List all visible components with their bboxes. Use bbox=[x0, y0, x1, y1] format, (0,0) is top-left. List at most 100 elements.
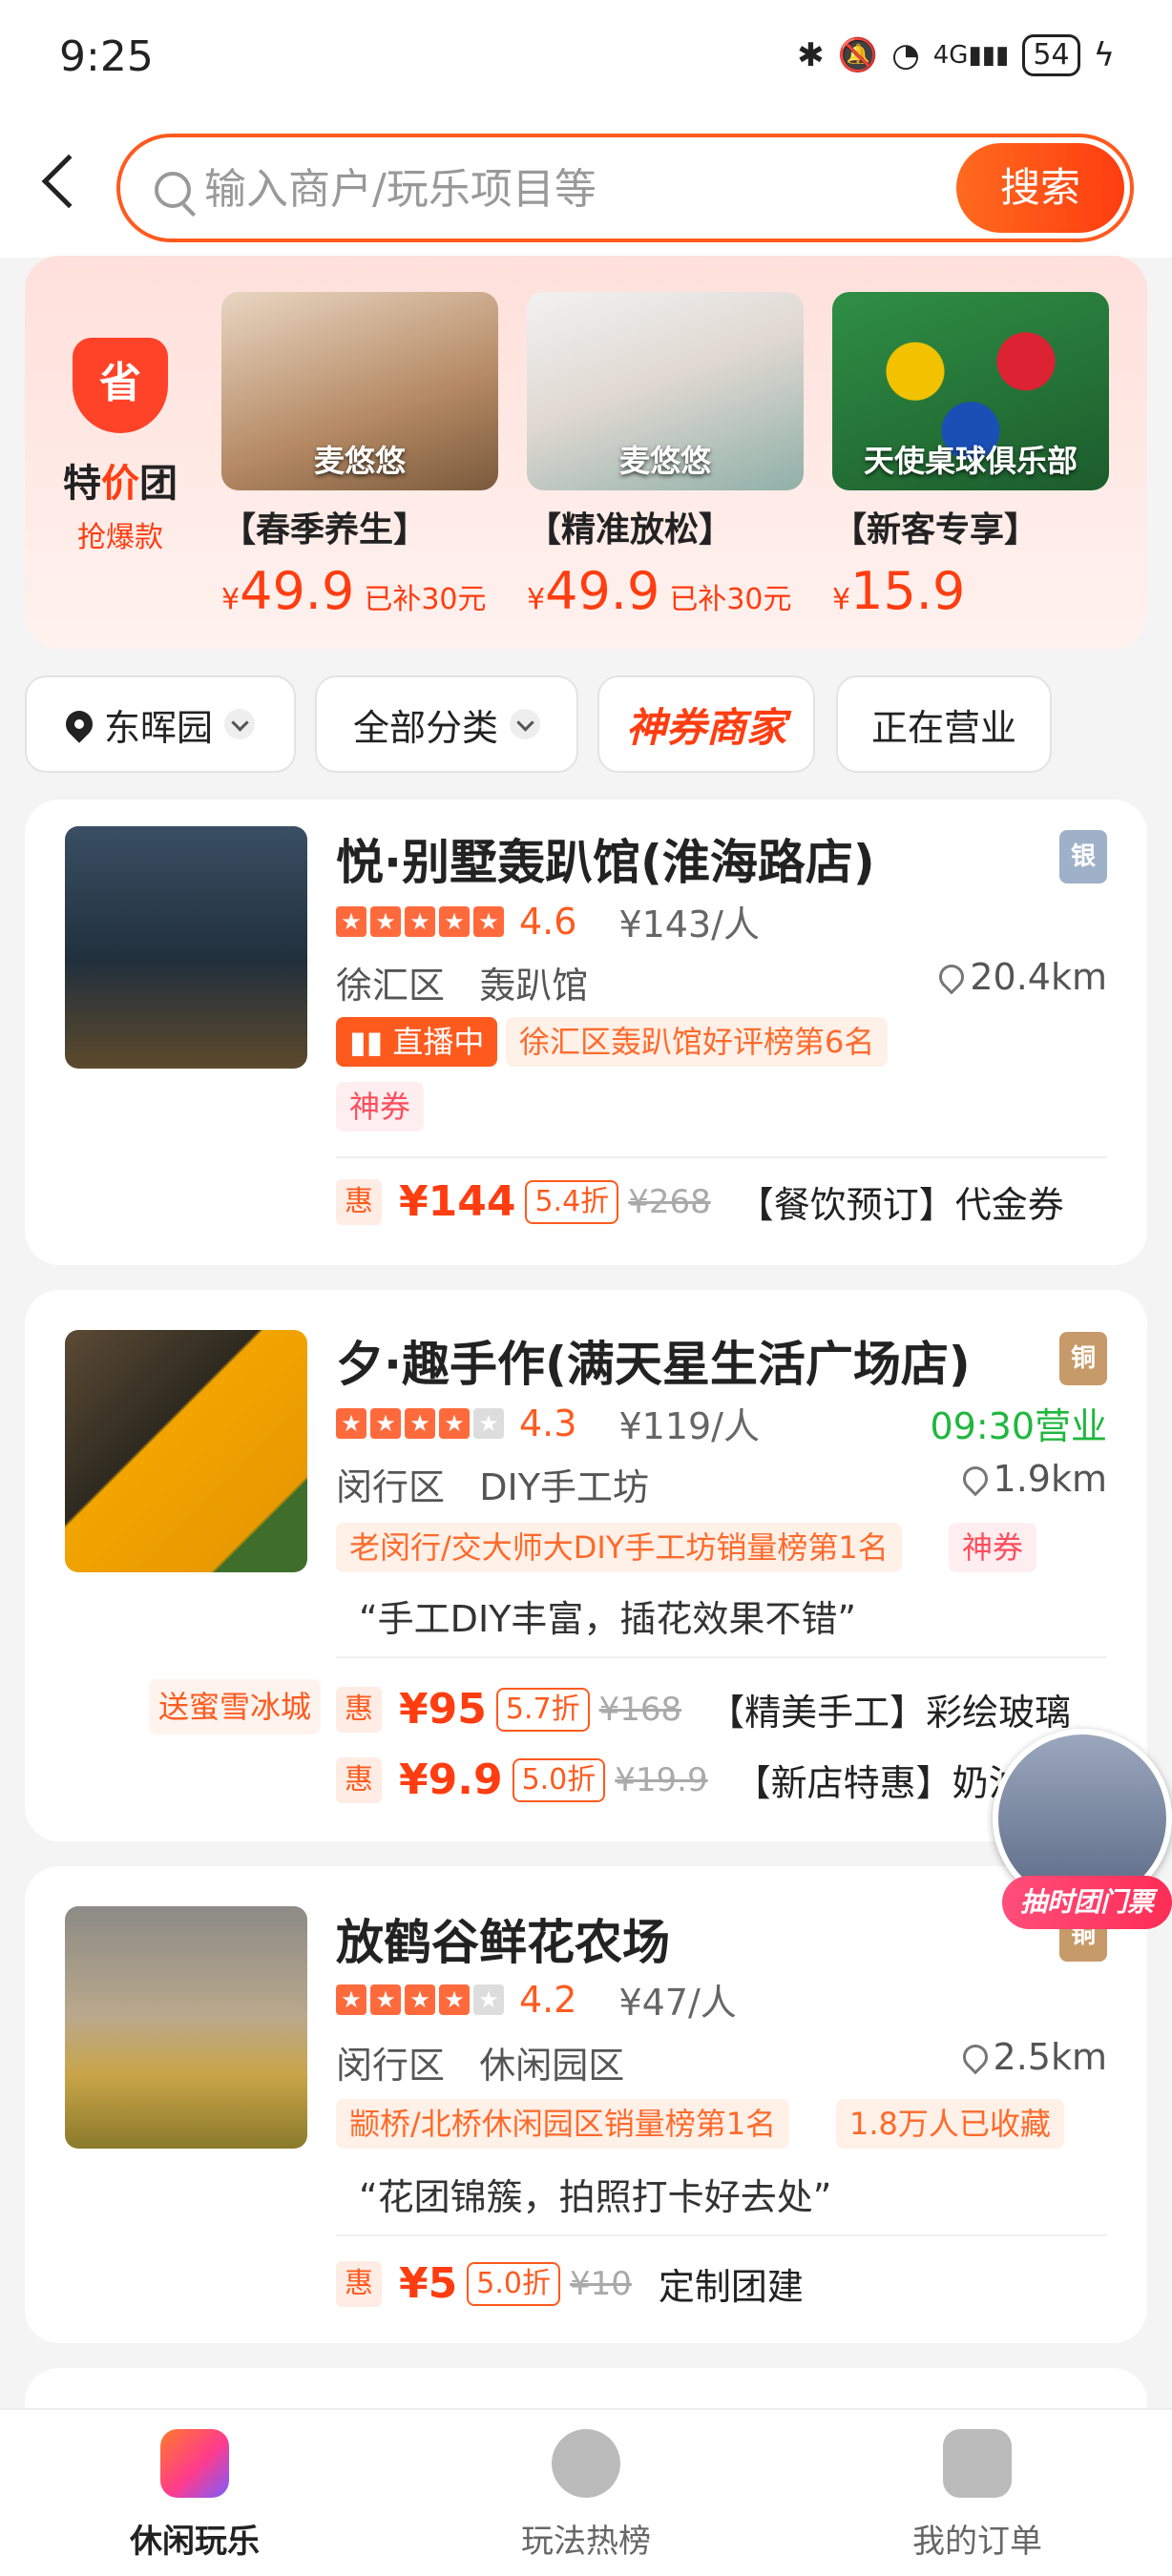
offer-row[interactable]: 惠 ¥5 5.0折 ¥10 定制团建 bbox=[336, 2257, 804, 2310]
ranking-tag[interactable]: 老闵行/交大师大DIY手工坊销量榜第1名 bbox=[336, 1523, 902, 1572]
silver-medal-icon: 银 bbox=[1059, 830, 1107, 883]
merchant-card[interactable]: 悦·别墅轰趴馆(淮海路店) 银 ★ ★ ★ ★ ★ 4.6 ¥143/人 徐汇区 轰趴馆… bbox=[25, 800, 1147, 1265]
ranking-tag[interactable]: 颛桥/北桥休闲园区销量榜第1名 bbox=[336, 2099, 790, 2149]
star-icon: ★ bbox=[473, 905, 504, 937]
coupon-merchant-filter[interactable]: 神券商家 bbox=[597, 675, 815, 773]
rating-stars: ★ ★ ★ ★ ★ bbox=[336, 905, 504, 937]
status-bar: 9:25 ✱ 🔕 ◔ 4G▮▮▮ 54 ϟ bbox=[0, 0, 1172, 114]
offer-row[interactable]: 惠 ¥95 5.7折 ¥168 【精美手工】彩绘玻璃 bbox=[336, 1683, 1071, 1735]
bottom-navigation: 休闲玩乐 玩法热榜 我的订单 bbox=[0, 2408, 1172, 2576]
offer-discount: 5.4折 bbox=[525, 1179, 619, 1224]
rating-score: 4.6 bbox=[519, 900, 577, 943]
offer-discount: 5.0折 bbox=[512, 1757, 606, 1802]
special-deal-banner: 省 特价团 抢爆款 麦悠悠 【春季养生】 ¥49.9 已补30元 麦悠悠 【精准放… bbox=[25, 256, 1147, 649]
star-icon: ★ bbox=[336, 1984, 366, 2015]
status-icons: ✱ 🔕 ◔ 4G▮▮▮ 54 ϟ bbox=[797, 34, 1115, 76]
coupon-tag: 神券 bbox=[949, 1523, 1037, 1572]
deal-card[interactable]: 麦悠悠 【春季养生】 ¥49.9 已补30元 bbox=[221, 292, 498, 621]
special-deal-logo[interactable]: 省 特价团 抢爆款 bbox=[63, 338, 178, 555]
category-filter-label: 全部分类 bbox=[352, 706, 498, 749]
ranking-tag[interactable]: 徐汇区轰趴馆好评榜第6名 bbox=[506, 1017, 889, 1067]
divider bbox=[336, 1656, 1107, 1658]
merchant-thumbnail bbox=[65, 826, 307, 1069]
deal-card[interactable]: 麦悠悠 【精准放松】 ¥49.9 已补30元 bbox=[527, 292, 804, 621]
location-pin-icon bbox=[957, 1461, 993, 1497]
divider bbox=[336, 2234, 1107, 2236]
review-quote: “手工DIY丰富，插花效果不错” bbox=[359, 1598, 857, 1640]
avg-price: ¥143/人 bbox=[618, 904, 760, 945]
star-icon: ★ bbox=[439, 1984, 470, 2015]
offer-row[interactable]: 惠 ¥144 5.4折 ¥268 【餐饮预订】代金券 bbox=[336, 1175, 1064, 1228]
merchant-thumbnail bbox=[65, 1906, 307, 2149]
chevron-down-icon bbox=[510, 709, 540, 739]
opening-time: 09:30营业 bbox=[930, 1405, 1107, 1447]
open-now-filter[interactable]: 正在营业 bbox=[836, 675, 1052, 773]
deal-shop-caption: 天使桌球俱乐部 bbox=[863, 443, 1078, 479]
offer-original-price: ¥168 bbox=[598, 1690, 682, 1729]
nav-leisure[interactable]: 休闲玩乐 bbox=[52, 2429, 338, 2562]
search-header: 搜索 bbox=[0, 114, 1172, 258]
coupon-merchant-label: 神券商家 bbox=[625, 703, 786, 751]
offer-badge: 惠 bbox=[336, 1686, 382, 1733]
merchant-location: 闵行区 DIY手工坊 bbox=[336, 1466, 649, 1508]
deal-price: ¥15.9 bbox=[832, 561, 966, 621]
search-button[interactable]: 搜索 bbox=[956, 143, 1124, 233]
promo-subtitle: 抢爆款 bbox=[77, 521, 163, 554]
bluetooth-icon: ✱ bbox=[797, 36, 825, 74]
merchant-card[interactable]: 夕·趣手作(满天星生活广场店) 铜 ★ ★ ★ ★ ★ 4.3 ¥119/人 09:30… bbox=[25, 1290, 1147, 1841]
floating-ticket-promo[interactable]: 抽时团门票 bbox=[993, 1729, 1172, 1948]
nav-my-orders[interactable]: 我的订单 bbox=[834, 2429, 1120, 2562]
deal-price: ¥49.9 已补30元 bbox=[221, 561, 487, 621]
merchant-name: 夕·趣手作(满天星生活广场店) bbox=[336, 1337, 971, 1392]
nav-hot-rank-label: 玩法热榜 bbox=[521, 2523, 651, 2561]
star-icon: ★ bbox=[405, 1984, 435, 2015]
offer-price: ¥144 bbox=[399, 1177, 516, 1226]
star-icon: ★ bbox=[405, 1407, 435, 1439]
merchant-thumbnail bbox=[65, 1330, 307, 1572]
merchant-name: 放鹤谷鲜花农场 bbox=[336, 1915, 670, 1970]
search-box[interactable]: 搜索 bbox=[116, 134, 1134, 242]
offer-price: ¥95 bbox=[399, 1685, 487, 1734]
search-input[interactable] bbox=[204, 158, 872, 219]
category-filter[interactable]: 全部分类 bbox=[315, 675, 578, 773]
open-now-label: 正在营业 bbox=[870, 706, 1016, 749]
deal-shop-caption: 麦悠悠 bbox=[618, 443, 711, 479]
review-quote: “花团锦簇，拍照打卡好去处” bbox=[359, 2176, 832, 2218]
star-icon: ★ bbox=[439, 905, 470, 937]
nav-leisure-label: 休闲玩乐 bbox=[130, 2523, 260, 2561]
rating-row: ★ ★ ★ ★ ★ 4.3 ¥119/人 bbox=[336, 1397, 760, 1449]
save-badge-icon: 省 bbox=[73, 338, 168, 433]
battery-indicator: 54 bbox=[1022, 34, 1080, 76]
location-pin-icon bbox=[933, 959, 970, 995]
star-icon: ★ bbox=[405, 905, 435, 937]
offer-row[interactable]: 惠 ¥9.9 5.0折 ¥19.9 【新店特惠】奶油 bbox=[336, 1754, 1025, 1806]
location-pin-icon bbox=[957, 2039, 993, 2075]
back-arrow-icon[interactable] bbox=[41, 154, 96, 209]
coupon-tag: 神券 bbox=[336, 1082, 425, 1132]
search-icon bbox=[155, 172, 191, 208]
distance: 1.9km bbox=[957, 1458, 1107, 1500]
offer-original-price: ¥268 bbox=[628, 1182, 711, 1221]
order-icon bbox=[943, 2429, 1012, 2498]
nav-hot-rank[interactable]: 玩法热榜 bbox=[443, 2429, 729, 2562]
signal-4g-icon: 4G▮▮▮ bbox=[932, 41, 1010, 70]
offer-original-price: ¥10 bbox=[569, 2264, 632, 2303]
deal-title: 【精准放松】 bbox=[527, 510, 734, 550]
deal-title: 【春季养生】 bbox=[221, 510, 429, 550]
bronze-medal-icon: 铜 bbox=[1059, 1332, 1107, 1385]
rating-stars: ★ ★ ★ ★ ★ bbox=[336, 1407, 504, 1439]
live-badge[interactable]: ▮▮ 直播中 bbox=[336, 1017, 498, 1067]
offer-discount: 5.0折 bbox=[467, 2261, 560, 2306]
offer-price: ¥9.9 bbox=[399, 1755, 503, 1804]
floating-promo-label: 抽时团门票 bbox=[1002, 1876, 1172, 1929]
star-icon: ★ bbox=[473, 1984, 504, 2015]
star-icon: ★ bbox=[473, 1407, 504, 1439]
merchant-card[interactable]: 放鹤谷鲜花农场 铜 ★ ★ ★ ★ ★ 4.2 ¥47/人 闵行区 休闲园区 2.5km… bbox=[25, 1866, 1147, 2343]
compass-icon bbox=[552, 2429, 620, 2498]
location-filter[interactable]: 东晖园 bbox=[25, 675, 296, 773]
avg-price: ¥47/人 bbox=[618, 1982, 737, 2024]
status-time: 9:25 bbox=[59, 32, 154, 81]
location-filter-label: 东晖园 bbox=[103, 706, 213, 749]
deal-card[interactable]: 天使桌球俱乐部 【新客专享】 ¥15.9 bbox=[832, 292, 1109, 621]
merchant-location: 徐汇区 轰趴馆 bbox=[336, 965, 589, 1007]
